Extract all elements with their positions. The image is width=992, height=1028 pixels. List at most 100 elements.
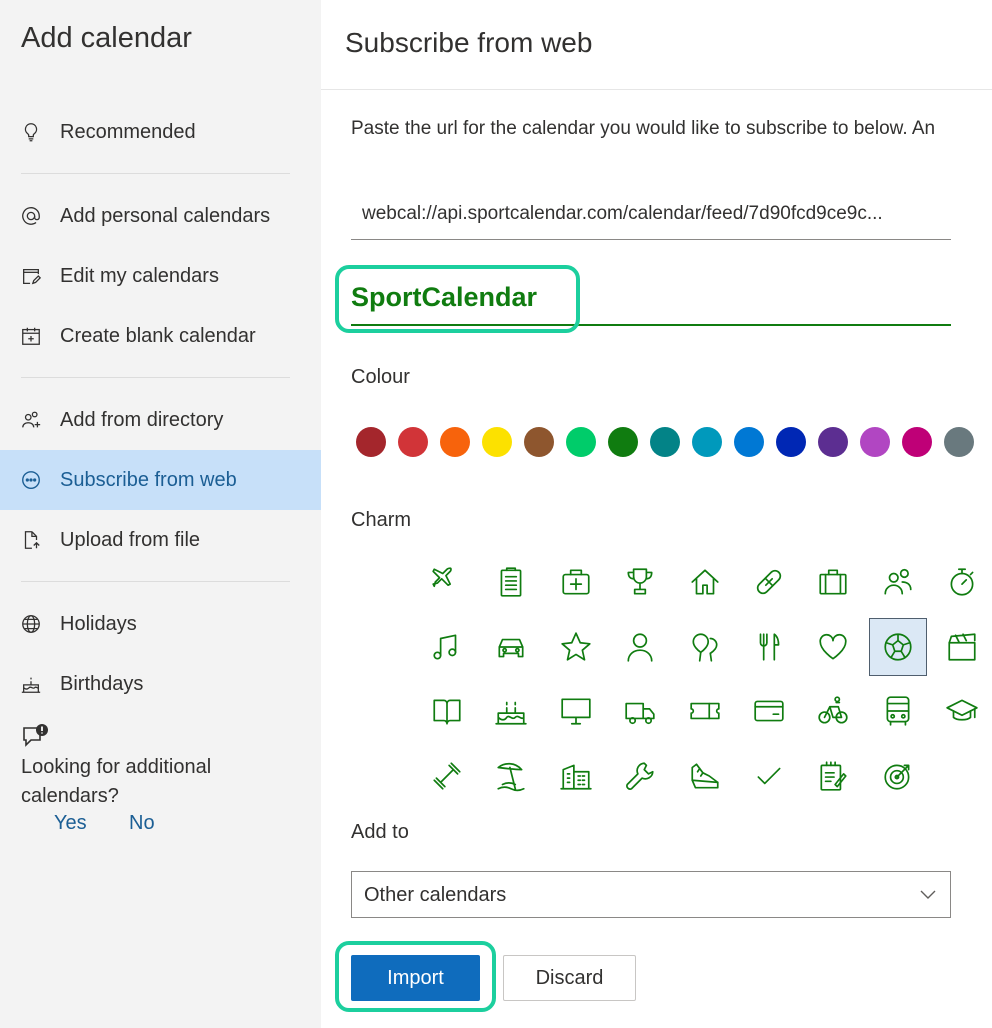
book-icon[interactable] (418, 682, 476, 740)
bicycle-icon[interactable] (804, 682, 862, 740)
target-icon[interactable] (869, 747, 927, 805)
url-input-value: webcal://api.sportcalendar.com/calendar/… (362, 203, 883, 224)
colour-label: Colour (351, 366, 410, 388)
cake-icon (19, 672, 43, 696)
person-icon[interactable] (611, 618, 669, 676)
colour-swatch[interactable] (608, 427, 638, 457)
building-icon[interactable] (547, 747, 605, 805)
calendar-name-input[interactable]: SportCalendar (351, 270, 951, 326)
dumbbell-icon[interactable] (418, 747, 476, 805)
sidebar-item-subscribe-web[interactable]: Subscribe from web (0, 450, 321, 510)
sidebar-item-label: Subscribe from web (60, 468, 237, 491)
airplane-icon[interactable] (418, 553, 476, 611)
colour-swatch[interactable] (944, 427, 974, 457)
chat-alert-icon (21, 723, 51, 756)
charm-label: Charm (351, 509, 412, 531)
import-button[interactable]: Import (351, 955, 480, 1001)
clipboard-icon[interactable] (482, 553, 540, 611)
edit-calendar-icon (19, 264, 43, 288)
colour-swatch[interactable] (398, 427, 428, 457)
medkit-icon[interactable] (547, 553, 605, 611)
sidebar-item-label: Create blank calendar (60, 324, 256, 347)
at-sign-icon (19, 204, 43, 228)
music-note-icon[interactable] (418, 618, 476, 676)
sidebar-item-add-personal[interactable]: Add personal calendars (0, 186, 321, 246)
truck-icon[interactable] (611, 682, 669, 740)
calendar-add-icon (19, 324, 43, 348)
wrench-icon[interactable] (611, 747, 669, 805)
colour-swatch[interactable] (440, 427, 470, 457)
divider (21, 173, 290, 174)
globe-icon (19, 612, 43, 636)
sidebar-item-label: Recommended (60, 120, 196, 143)
discard-button[interactable]: Discard (503, 955, 636, 1001)
calendar-name-value: SportCalendar (351, 282, 538, 312)
colour-swatch[interactable] (902, 427, 932, 457)
file-upload-icon (19, 528, 43, 552)
monitor-icon[interactable] (547, 682, 605, 740)
colour-swatch[interactable] (524, 427, 554, 457)
colour-swatch[interactable] (692, 427, 722, 457)
colour-swatch[interactable] (566, 427, 596, 457)
sidebar-item-upload[interactable]: Upload from file (0, 510, 321, 570)
ticket-icon[interactable] (676, 682, 734, 740)
trophy-icon[interactable] (611, 553, 669, 611)
colour-swatch[interactable] (818, 427, 848, 457)
divider (21, 377, 290, 378)
checkmark-icon[interactable] (740, 747, 798, 805)
clapperboard-icon[interactable] (933, 618, 991, 676)
sidebar-item-label: Birthdays (60, 672, 144, 695)
instruction-text: Paste the url for the calendar you would… (351, 118, 936, 139)
people-icon[interactable] (869, 553, 927, 611)
colour-swatches (356, 427, 986, 457)
balloon-icon[interactable] (676, 618, 734, 676)
people-add-icon (19, 408, 43, 432)
utensils-icon[interactable] (740, 618, 798, 676)
globe-link-icon (19, 468, 43, 492)
url-input[interactable]: webcal://api.sportcalendar.com/calendar/… (351, 194, 951, 240)
sidebar-item-create-blank[interactable]: Create blank calendar (0, 306, 321, 366)
star-icon[interactable] (547, 618, 605, 676)
graduation-cap-icon[interactable] (933, 682, 991, 740)
additional-calendars-prompt: Looking for additional calendars? (21, 756, 212, 807)
main-panel: Subscribe from web Paste the url for the… (321, 0, 992, 1028)
chevron-down-icon (920, 890, 936, 899)
heart-icon[interactable] (804, 618, 862, 676)
sidebar-item-holidays[interactable]: Holidays (0, 594, 321, 654)
credit-card-icon[interactable] (740, 682, 798, 740)
colour-swatch[interactable] (482, 427, 512, 457)
sidebar-item-label: Edit my calendars (60, 264, 219, 287)
sidebar-title: Add calendar (21, 22, 192, 54)
bus-icon[interactable] (869, 682, 927, 740)
stopwatch-icon[interactable] (933, 553, 991, 611)
sidebar: Add calendar Recommended Add personal ca… (0, 0, 321, 1028)
cake-icon[interactable] (482, 682, 540, 740)
no-link[interactable]: No (129, 812, 155, 835)
sidebar-item-recommended[interactable]: Recommended (0, 102, 321, 162)
beach-icon[interactable] (482, 747, 540, 805)
sidebar-item-label: Add personal calendars (60, 204, 271, 227)
home-icon[interactable] (676, 553, 734, 611)
yes-link[interactable]: Yes (54, 812, 87, 835)
sidebar-item-directory[interactable]: Add from directory (0, 390, 321, 450)
page-title: Subscribe from web (345, 27, 593, 58)
sidebar-item-label: Holidays (60, 612, 137, 635)
colour-swatch[interactable] (650, 427, 680, 457)
add-to-dropdown[interactable]: Other calendars (351, 871, 951, 918)
sidebar-item-birthdays[interactable]: Birthdays (0, 654, 321, 714)
colour-swatch[interactable] (776, 427, 806, 457)
notepad-icon[interactable] (804, 747, 862, 805)
briefcase-icon[interactable] (804, 553, 862, 611)
add-to-label: Add to (351, 821, 409, 843)
bandage-icon[interactable] (740, 553, 798, 611)
sneaker-icon[interactable] (676, 747, 734, 805)
colour-swatch[interactable] (734, 427, 764, 457)
colour-swatch[interactable] (356, 427, 386, 457)
divider (321, 89, 992, 90)
sidebar-item-edit[interactable]: Edit my calendars (0, 246, 321, 306)
colour-swatch[interactable] (860, 427, 890, 457)
soccer-ball-icon[interactable] (868, 617, 927, 676)
car-icon[interactable] (482, 618, 540, 676)
add-to-value: Other calendars (364, 884, 507, 906)
sidebar-item-label: Add from directory (60, 408, 224, 431)
